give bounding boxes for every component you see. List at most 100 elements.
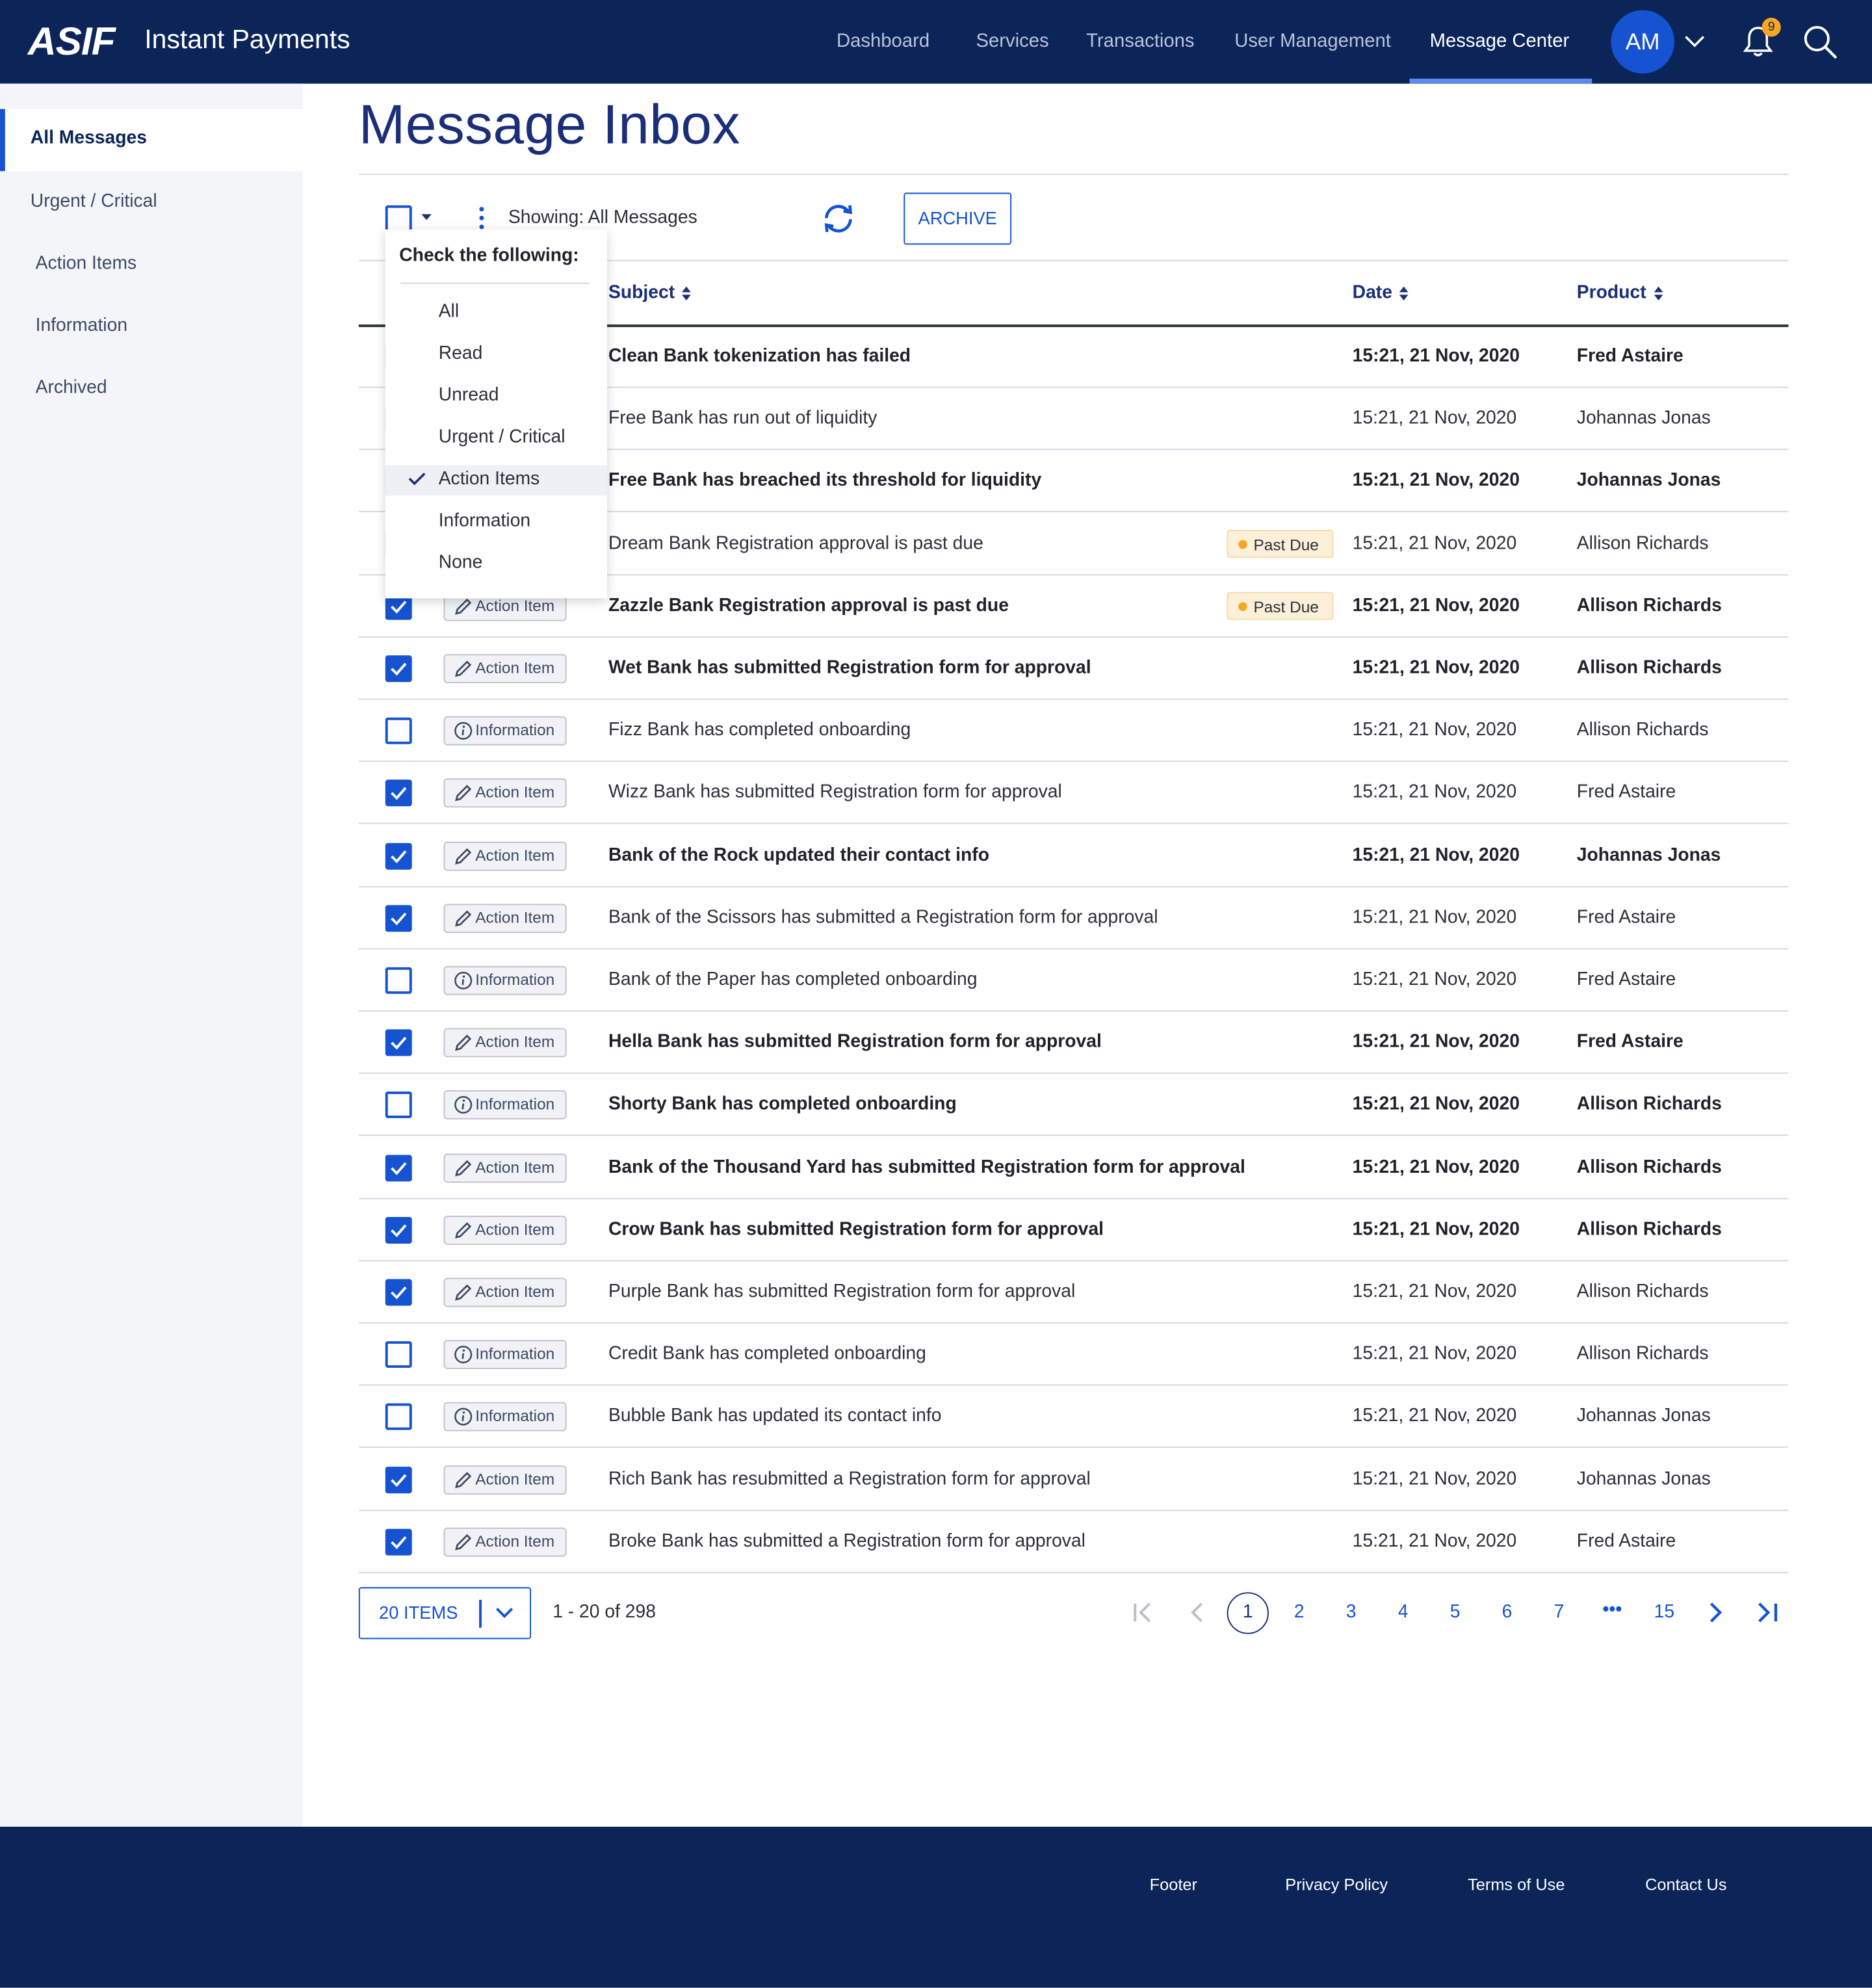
message-subject[interactable]: Hella Bank has submitted Registration fo…	[608, 1032, 1102, 1053]
table-row[interactable]: Action Item Wizz Bank has submitted Regis…	[358, 763, 1789, 825]
dropdown-option-information[interactable]: Information	[385, 507, 607, 538]
row-checkbox[interactable]	[385, 1092, 412, 1119]
page-6-button[interactable]: 6	[1488, 1602, 1526, 1623]
row-checkbox[interactable]	[385, 780, 412, 807]
table-row[interactable]: Action Item Bank of the Rock updated thei…	[358, 825, 1789, 887]
avatar[interactable]: AM	[1611, 10, 1674, 74]
page-2-button[interactable]: 2	[1280, 1602, 1319, 1623]
footer-link-terms-of-use[interactable]: Terms of Use	[1468, 1875, 1565, 1894]
footer-link-privacy-policy[interactable]: Privacy Policy	[1285, 1875, 1388, 1894]
table-row[interactable]: Action Item Purple Bank has submitted Reg…	[358, 1261, 1789, 1324]
row-checkbox[interactable]	[385, 1154, 412, 1181]
sidebar-item-all-messages[interactable]: All Messages	[0, 109, 304, 172]
row-checkbox[interactable]	[385, 1528, 412, 1556]
row-checkbox[interactable]	[385, 1466, 412, 1493]
table-row[interactable]: Information Credit Bank has completed onb…	[358, 1324, 1789, 1386]
message-subject[interactable]: Bank of the Thousand Yard has submitted …	[608, 1157, 1245, 1177]
table-row[interactable]: Action Item Crow Bank has submitted Regis…	[358, 1199, 1789, 1261]
nav-dashboard[interactable]: Dashboard	[837, 31, 930, 52]
last-page-icon[interactable]	[1756, 1601, 1781, 1624]
dropdown-option-action-items[interactable]: Action Items	[385, 465, 608, 496]
search-icon[interactable]	[1802, 24, 1838, 60]
page-ellipsis[interactable]: •••	[1593, 1600, 1632, 1620]
nav-user-management[interactable]: User Management	[1234, 31, 1391, 52]
row-checkbox[interactable]	[385, 655, 412, 683]
row-checkbox[interactable]	[385, 1341, 412, 1368]
sort-icon[interactable]	[1654, 286, 1663, 300]
row-checkbox[interactable]	[385, 967, 412, 994]
page-4-button[interactable]: 4	[1384, 1602, 1422, 1623]
message-subject[interactable]: Bubble Bank has updated its contact info	[608, 1406, 941, 1426]
page-7-button[interactable]: 7	[1540, 1602, 1578, 1623]
table-row[interactable]: Information Fizz Bank has completed onboa…	[358, 700, 1789, 763]
row-checkbox[interactable]	[385, 1216, 412, 1244]
dropdown-option-unread[interactable]: Unread	[385, 382, 607, 412]
message-subject[interactable]: Free Bank has breached its threshold for…	[608, 471, 1041, 491]
chevron-down-icon[interactable]	[495, 1604, 515, 1621]
sort-icon[interactable]	[1399, 286, 1409, 300]
message-subject[interactable]: Broke Bank has submitted a Registration …	[608, 1531, 1086, 1551]
sidebar-item-action-items[interactable]: Action Items	[36, 254, 137, 274]
column-header-subject[interactable]: Subject	[608, 283, 692, 303]
message-subject[interactable]: Fizz Bank has completed onboarding	[608, 720, 911, 740]
message-subject[interactable]: Rich Bank has resubmitted a Registration…	[608, 1469, 1091, 1489]
page-1-button[interactable]: 1	[1227, 1592, 1269, 1634]
dropdown-option-read[interactable]: Read	[385, 340, 607, 371]
page-size-select[interactable]: 20 ITEMS	[358, 1587, 532, 1640]
first-page-icon[interactable]	[1132, 1601, 1154, 1624]
asif-logo[interactable]: ASIF	[28, 19, 116, 64]
select-all-checkbox[interactable]	[385, 205, 412, 232]
message-subject[interactable]: Dream Bank Registration approval is past…	[608, 533, 983, 553]
sidebar-item-information[interactable]: Information	[36, 316, 127, 336]
table-row[interactable]: Information Shorty Bank has completed onb…	[358, 1074, 1789, 1136]
table-row[interactable]: Action Item Bank of the Scissors has subm…	[358, 887, 1789, 950]
previous-page-icon[interactable]	[1186, 1601, 1209, 1624]
footer-link-contact-us[interactable]: Contact Us	[1645, 1875, 1726, 1894]
row-checkbox[interactable]	[385, 904, 412, 932]
sidebar-item-archived[interactable]: Archived	[36, 378, 107, 398]
row-checkbox[interactable]	[385, 1279, 412, 1306]
archive-button[interactable]: ARCHIVE	[904, 192, 1012, 245]
more-options-icon[interactable]	[476, 205, 487, 231]
message-subject[interactable]: Crow Bank has submitted Registration for…	[608, 1220, 1104, 1240]
sidebar-item-urgent-critical[interactable]: Urgent / Critical	[31, 191, 157, 211]
next-page-icon[interactable]	[1704, 1601, 1726, 1624]
message-subject[interactable]: Wet Bank has submitted Registration form…	[608, 658, 1091, 678]
sort-icon[interactable]	[682, 286, 692, 300]
page-5-button[interactable]: 5	[1436, 1602, 1474, 1623]
dropdown-option-none[interactable]: None	[385, 549, 607, 579]
chevron-down-icon[interactable]	[1684, 31, 1706, 53]
table-row[interactable]: Information Bubble Bank has updated its c…	[358, 1386, 1789, 1448]
nav-transactions[interactable]: Transactions	[1086, 31, 1194, 52]
table-row[interactable]: Action Item Broke Bank has submitted a Re…	[358, 1511, 1789, 1573]
message-subject[interactable]: Purple Bank has submitted Registration f…	[608, 1281, 1075, 1301]
row-checkbox[interactable]	[385, 718, 412, 745]
nav-services[interactable]: Services	[976, 31, 1049, 52]
message-subject[interactable]: Credit Bank has completed onboarding	[608, 1344, 926, 1364]
message-subject[interactable]: Shorty Bank has completed onboarding	[608, 1095, 957, 1115]
row-checkbox[interactable]	[385, 1029, 412, 1056]
page-3-button[interactable]: 3	[1332, 1602, 1370, 1623]
page-15-button[interactable]: 15	[1645, 1602, 1684, 1623]
message-subject[interactable]: Zazzle Bank Registration approval is pas…	[608, 595, 1009, 616]
message-subject[interactable]: Free Bank has run out of liquidity	[608, 408, 877, 428]
message-subject[interactable]: Wizz Bank has submitted Registration for…	[608, 783, 1062, 803]
table-row[interactable]: Action Item Hella Bank has submitted Regi…	[358, 1012, 1789, 1075]
message-subject[interactable]: Bank of the Rock updated their contact i…	[608, 845, 989, 865]
table-row[interactable]: Action Item Wet Bank has submitted Regist…	[358, 638, 1789, 700]
message-subject[interactable]: Clean Bank tokenization has failed	[608, 346, 911, 366]
row-checkbox[interactable]	[385, 842, 412, 869]
table-row[interactable]: Information Bank of the Paper has complet…	[358, 950, 1789, 1012]
row-checkbox[interactable]	[385, 1404, 412, 1431]
dropdown-option-urgent-critical[interactable]: Urgent / Critical	[385, 423, 607, 454]
dropdown-option-all[interactable]: All	[385, 298, 607, 328]
message-subject[interactable]: Bank of the Scissors has submitted a Reg…	[608, 908, 1158, 928]
nav-message-center[interactable]: Message Center	[1430, 31, 1570, 52]
refresh-icon[interactable]	[822, 202, 856, 236]
footer-link-footer[interactable]: Footer	[1150, 1875, 1197, 1894]
table-row[interactable]: Action Item Rich Bank has resubmitted a R…	[358, 1448, 1789, 1511]
table-row[interactable]: Action Item Bank of the Thousand Yard has…	[358, 1136, 1789, 1199]
message-subject[interactable]: Bank of the Paper has completed onboardi…	[608, 970, 977, 990]
caret-down-icon[interactable]	[421, 213, 432, 222]
column-header-date[interactable]: Date	[1353, 283, 1409, 303]
